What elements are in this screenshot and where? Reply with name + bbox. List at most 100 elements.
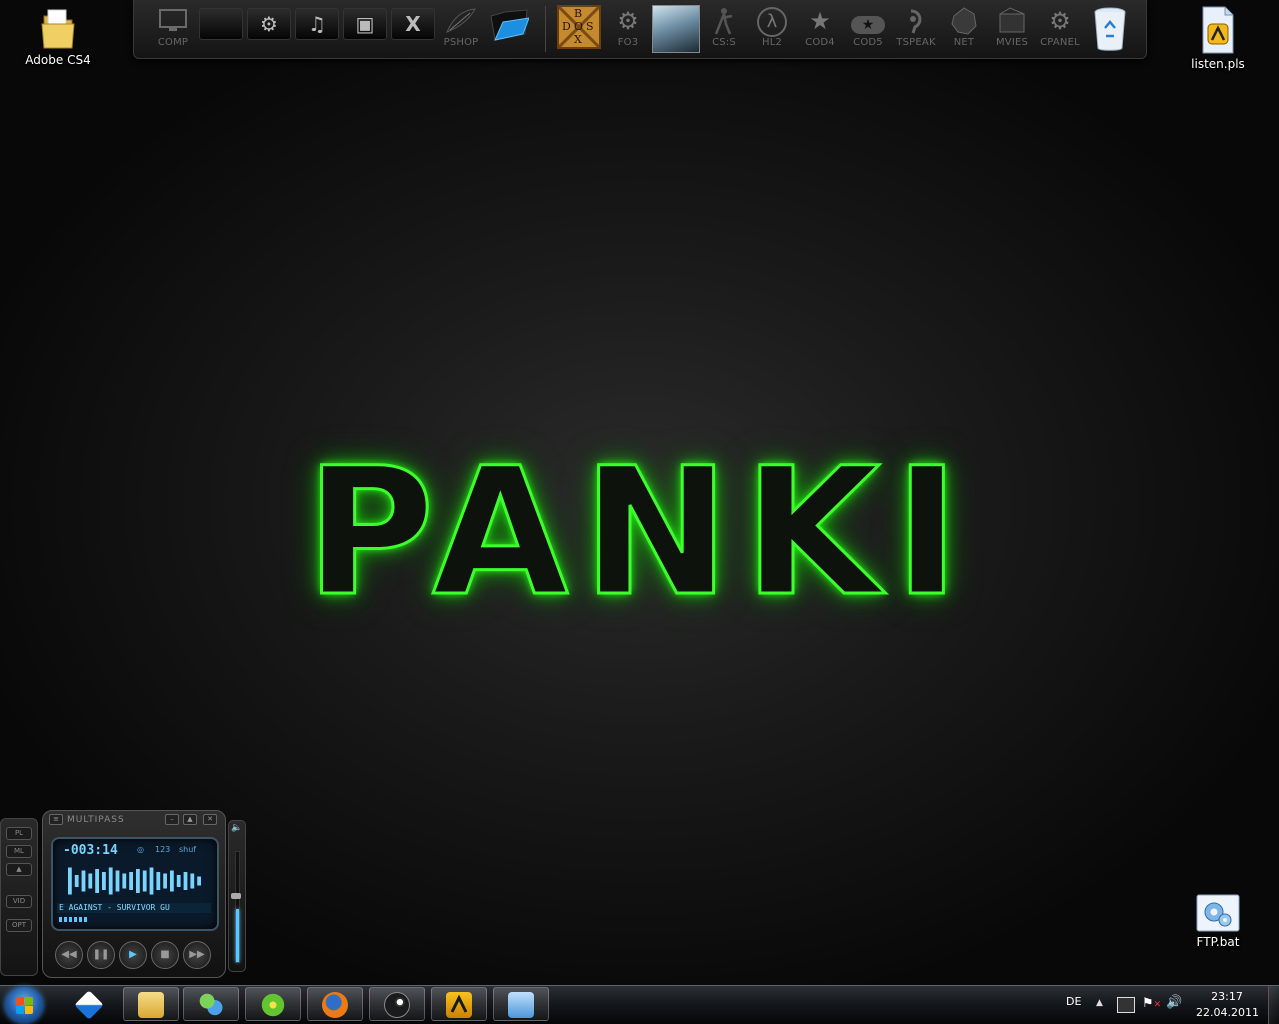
spectrum-bar: [115, 870, 120, 892]
dosbox-icon: B D O S X: [557, 5, 601, 49]
previous-button[interactable]: ◀◀: [55, 941, 83, 969]
shuffle-indicator[interactable]: shuf: [179, 845, 196, 854]
volume-thumb[interactable]: [231, 893, 241, 899]
desktop-icon-adobe-cs4[interactable]: Adobe CS4: [18, 6, 98, 67]
taskbar-button-control-panel[interactable]: [493, 987, 549, 1021]
dosbox-letter: X: [574, 33, 582, 46]
dock-item-label: TSPEAK: [896, 37, 936, 48]
menu-button[interactable]: ≡: [49, 814, 63, 825]
black-folder-icon: [199, 8, 243, 40]
seek-bar[interactable]: [59, 917, 89, 922]
desktop-icon-listen-pls[interactable]: listen.pls: [1178, 6, 1258, 71]
repeat-indicator[interactable]: ◎: [137, 845, 144, 854]
network-status-icon[interactable]: [1117, 997, 1135, 1013]
feather-icon: [438, 4, 484, 38]
lambda-icon: λ: [749, 4, 795, 38]
track-time[interactable]: -003:14: [63, 843, 118, 858]
dock-item-mvies[interactable]: MVIES: [989, 4, 1035, 54]
spectrum-bar: [183, 872, 188, 890]
dock-item-music-folder[interactable]: ♫: [294, 4, 340, 54]
dock-item-gears-folder[interactable]: ⚙: [246, 4, 292, 54]
shade-button[interactable]: ▲: [183, 814, 197, 825]
desktop-icon-label: Adobe CS4: [25, 53, 91, 67]
explorer-icon: [138, 992, 164, 1018]
dock-item-label: CPANEL: [1040, 37, 1080, 48]
gears-folder-icon: ⚙: [247, 8, 291, 40]
star-4-icon: ★: [809, 7, 831, 35]
taskbar-button-icq[interactable]: [245, 987, 301, 1021]
soldier-icon: [701, 4, 747, 38]
dock-item-recycle-bin[interactable]: [1087, 4, 1133, 54]
show-hidden-icons-button[interactable]: ▲: [1096, 998, 1103, 1008]
dock-item-cpanel[interactable]: ⚙ CPANEL: [1037, 4, 1083, 54]
taskbar-button-steam[interactable]: [369, 987, 425, 1021]
dock-separator: [545, 6, 546, 52]
taskbar-button-windows-live[interactable]: [61, 987, 117, 1021]
steam-icon: [384, 992, 410, 1018]
spectrum-bar: [190, 873, 195, 889]
winamp-player[interactable]: PL ML ▲ VID OPT MULTIPASS ≡ – ▲ ✕ -003:1…: [0, 810, 246, 978]
dock-item-folder[interactable]: [198, 4, 244, 54]
play-button[interactable]: ▶: [119, 941, 147, 969]
dock-item-label: NET: [953, 37, 975, 48]
taskbar-button-explorer[interactable]: [123, 987, 179, 1021]
dock-item-tspeak[interactable]: TSPEAK: [893, 4, 939, 54]
spectrum-visualizer[interactable]: [67, 865, 203, 897]
dock-item-dosbox[interactable]: B D O S X: [556, 4, 602, 54]
dock-item-comp[interactable]: COMP: [150, 4, 196, 54]
close-button[interactable]: ✕: [203, 814, 217, 825]
blue-folder-icon: [486, 4, 532, 41]
dock-bar: COMP ⚙ ♫ ▣ X PSHOP B D O S X ⚙ FO3 CS:S …: [133, 0, 1147, 59]
folder-icon: [40, 6, 76, 50]
control-panel-icon: [508, 992, 534, 1018]
dosbox-letter: D: [562, 20, 571, 33]
star-ticket-icon: ★: [845, 4, 891, 38]
desktop-icon-label: FTP.bat: [1196, 935, 1240, 949]
dosbox-letter: B: [574, 7, 583, 20]
media-library-toggle-button[interactable]: ML: [6, 845, 32, 858]
recycle-bin-icon: [1087, 6, 1133, 56]
dock-item-net[interactable]: NET: [941, 4, 987, 54]
start-button[interactable]: [5, 987, 43, 1023]
playlist-toggle-button[interactable]: PL: [6, 827, 32, 840]
spectrum-bar: [129, 872, 133, 890]
dock-item-css[interactable]: CS:S: [701, 4, 747, 54]
clock-date: 22.04.2011: [1196, 1006, 1259, 1019]
action-center-flag-icon[interactable]: ⚑✕: [1142, 996, 1161, 1011]
show-desktop-button[interactable]: [1268, 986, 1279, 1024]
video-toggle-button[interactable]: VID: [6, 895, 32, 908]
spectrum-bar: [197, 876, 201, 886]
options-button[interactable]: OPT: [6, 919, 32, 932]
system-clock[interactable]: 23:17 22.04.2011: [1196, 989, 1259, 1021]
winamp-display: -003:14 ◎ 123 shuf E AGAINST - SURVIVOR …: [51, 837, 219, 931]
dock-item-pshop[interactable]: PSHOP: [438, 4, 484, 54]
dock-item-cod5[interactable]: ★ COD5: [845, 4, 891, 54]
volume-slider[interactable]: 🔈: [228, 820, 246, 972]
dock-item-cod4[interactable]: ★ COD4: [797, 4, 843, 54]
taskbar-button-messenger[interactable]: [183, 987, 239, 1021]
taskbar-button-firefox[interactable]: [307, 987, 363, 1021]
spectrum-bar: [102, 872, 106, 890]
dock-item-fo3[interactable]: ⚙ FO3: [605, 4, 651, 54]
dock-item-blue-folder[interactable]: [486, 4, 532, 54]
dock-item-hl2[interactable]: λ HL2: [749, 4, 795, 54]
language-indicator[interactable]: DE: [1066, 995, 1081, 1008]
eject-button[interactable]: ▲: [6, 863, 32, 876]
dosbox-letter: S: [586, 20, 594, 33]
dock-item-camera-folder[interactable]: ▣: [342, 4, 388, 54]
winamp-side-panel: PL ML ▲ VID OPT: [0, 818, 38, 976]
minimize-button[interactable]: –: [165, 814, 179, 825]
x-folder-icon: X: [391, 8, 435, 40]
desktop-icon-label: listen.pls: [1191, 57, 1245, 71]
taskbar-button-winamp[interactable]: [431, 987, 487, 1021]
stop-button[interactable]: ■: [151, 941, 179, 969]
music-folder-icon: ♫: [295, 8, 339, 40]
pause-button[interactable]: ❚❚: [87, 941, 115, 969]
volume-icon[interactable]: 🔊: [1166, 995, 1182, 1010]
next-button[interactable]: ▶▶: [183, 941, 211, 969]
desktop-icon-ftp-bat[interactable]: FTP.bat: [1178, 894, 1258, 949]
dock-item-crysis[interactable]: [652, 4, 700, 54]
dock-item-label: HL2: [761, 37, 783, 48]
dock-item-x-folder[interactable]: X: [390, 4, 436, 54]
messenger-icon: [198, 992, 224, 1018]
